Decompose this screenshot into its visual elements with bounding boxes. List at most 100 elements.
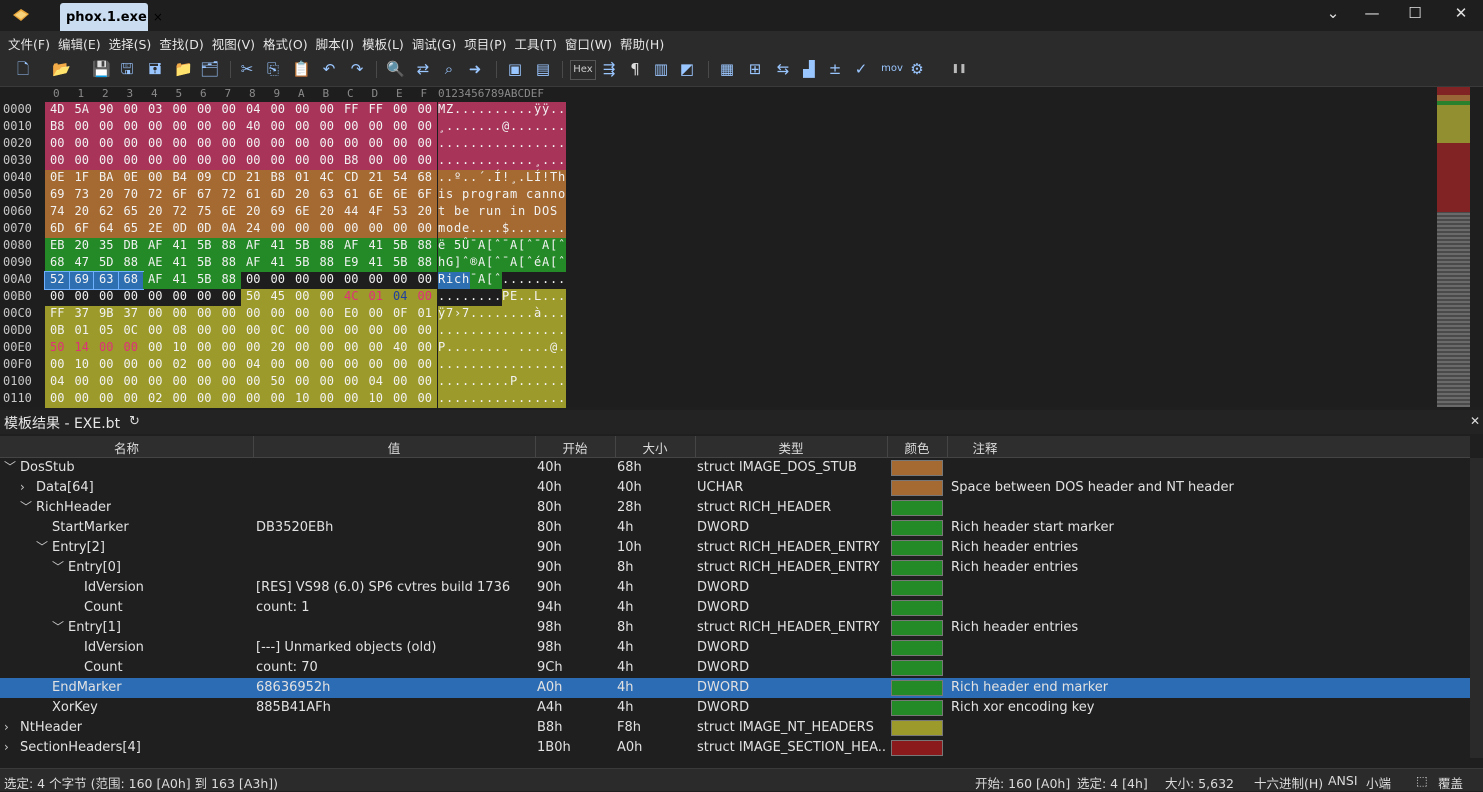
ascii-char[interactable]: . [446,170,454,187]
ascii-char[interactable]: . [534,357,542,374]
ascii-char[interactable]: . [518,340,526,357]
ascii-char[interactable]: n [542,187,550,204]
ascii-char[interactable]: E [510,289,518,306]
hex-byte[interactable]: FF [45,306,70,323]
hex-byte[interactable]: 04 [388,289,413,306]
hex-byte[interactable]: 00 [290,119,315,136]
hex-byte[interactable]: AE [143,255,168,272]
hex-byte[interactable]: 54 [388,170,413,187]
hex-byte[interactable]: 0E [45,170,70,187]
hex-byte[interactable]: 6F [412,187,437,204]
hex-byte[interactable]: AF [241,238,266,255]
hex-byte[interactable]: 64 [94,221,119,238]
ascii-char[interactable]: . [534,374,542,391]
hex-byte[interactable]: 88 [216,238,241,255]
hex-byte[interactable]: 00 [118,102,143,119]
ascii-char[interactable]: . [462,170,470,187]
menu-item[interactable]: 工具(T) [515,31,557,53]
hex-byte[interactable]: 88 [216,272,241,289]
column-header[interactable]: 名称 [0,438,253,457]
hex-byte[interactable]: 00 [45,357,70,374]
hex-byte[interactable]: 00 [388,119,413,136]
ascii-char[interactable]: . [550,102,558,119]
ascii-char[interactable]: . [462,391,470,408]
row-color-swatch[interactable] [891,620,943,636]
hex-byte[interactable]: 00 [314,374,339,391]
ascii-char[interactable]: . [510,221,518,238]
compare-icon[interactable]: ⇆ [774,60,792,78]
hex-byte[interactable]: 01 [290,170,315,187]
expand-toggle-icon[interactable]: ﹀ [36,538,48,555]
ascii-char[interactable]: . [526,340,534,357]
ascii-char[interactable]: . [526,374,534,391]
menu-item[interactable]: 帮助(H) [620,31,664,53]
hex-byte[interactable]: 75 [192,204,217,221]
hex-byte[interactable]: 00 [363,306,388,323]
hex-byte[interactable]: 00 [339,374,364,391]
ascii-char[interactable] [502,204,510,221]
expand-toggle-icon[interactable]: › [4,740,9,754]
hex-byte[interactable]: 00 [143,357,168,374]
ascii-char[interactable]: m [510,187,518,204]
ascii-char[interactable]: t [438,204,446,221]
ascii-char[interactable]: . [518,119,526,136]
table-row[interactable]: ﹀ RichHeader 80h 28h struct RICH_HEADER [0,498,1470,518]
hex-byte[interactable]: 20 [69,204,94,221]
hex-byte[interactable]: 00 [314,340,339,357]
hex-mode-icon[interactable]: Hex [570,60,596,80]
row-color-swatch[interactable] [891,660,943,676]
hex-byte[interactable]: B8 [45,119,70,136]
table-row[interactable]: StartMarker DB3520EBh 80h 4h DWORD Rich heade… [0,518,1470,538]
hex-byte[interactable]: 01 [69,323,94,340]
hex-byte[interactable]: 5B [192,238,217,255]
hex-byte[interactable]: 41 [265,238,290,255]
hex-byte[interactable]: 00 [192,374,217,391]
hex-byte[interactable]: 00 [94,119,119,136]
hex-byte[interactable]: 10 [167,340,192,357]
ascii-char[interactable]: . [438,136,446,153]
hex-byte[interactable]: 00 [216,306,241,323]
ascii-char[interactable]: . [486,289,494,306]
ascii-char[interactable]: . [526,102,534,119]
lock-icon[interactable]: ⬚ [1416,773,1428,788]
menu-item[interactable]: 调试(G) [412,31,456,53]
ascii-char[interactable]: h [462,272,470,289]
hex-byte[interactable]: 00 [314,153,339,170]
column-header[interactable]: 开始 [535,438,615,457]
hex-byte[interactable]: 00 [45,153,70,170]
ascii-char[interactable]: . [550,119,558,136]
hex-byte[interactable]: 0B [45,323,70,340]
hex-byte[interactable]: 00 [45,289,70,306]
ascii-char[interactable]: ˆ [494,238,502,255]
hex-byte[interactable]: 00 [412,289,437,306]
hex-byte[interactable]: AF [143,238,168,255]
cut-icon[interactable]: ✂ [238,60,256,78]
hex-byte[interactable]: 63 [93,271,120,290]
hex-byte[interactable]: 41 [167,255,192,272]
hex-byte[interactable]: 20 [241,204,266,221]
hex-byte[interactable]: 63 [314,187,339,204]
ascii-char[interactable]: . [494,119,502,136]
hex-byte[interactable]: 00 [168,289,193,306]
hex-byte[interactable]: 00 [94,136,119,153]
ascii-char[interactable]: o [446,221,454,238]
hex-byte[interactable]: 00 [339,357,364,374]
hex-byte[interactable]: 00 [290,323,315,340]
hex-byte[interactable]: 02 [143,391,168,408]
hex-byte[interactable]: 00 [412,340,437,357]
ascii-char[interactable]: . [558,323,566,340]
ascii-char[interactable]: . [454,289,462,306]
hex-byte[interactable]: 21 [241,170,266,187]
ascii-char[interactable]: . [534,391,542,408]
table-row[interactable]: Count count: 70 9Ch 4h DWORD [0,658,1470,678]
ascii-char[interactable]: . [526,323,534,340]
ascii-char[interactable]: . [534,119,542,136]
ascii-char[interactable]: . [550,289,558,306]
ascii-char[interactable]: . [534,272,542,289]
hex-byte[interactable]: 00 [290,102,315,119]
ascii-char[interactable]: . [550,374,558,391]
template-vertical-scrollbar[interactable] [1470,458,1483,758]
hex-byte[interactable]: 00 [143,119,168,136]
hex-byte[interactable]: 0E [118,170,143,187]
calculator-icon[interactable]: ▦ [718,60,736,78]
